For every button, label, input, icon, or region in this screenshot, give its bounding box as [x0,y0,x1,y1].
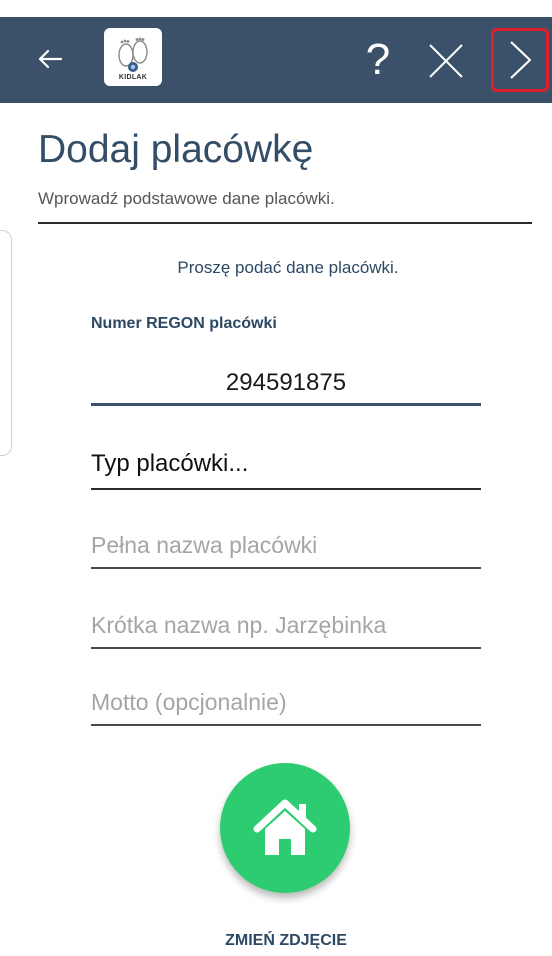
page-title: Dodaj placówkę [38,128,314,171]
arrow-left-icon [38,49,63,69]
form-prompt: Proszę podać dane placówki. [177,258,399,277]
home-icon [253,799,317,855]
full-name-input[interactable] [91,523,481,569]
facility-type-select[interactable]: Typ placówki... [91,444,481,490]
logo-text: KIDLAK [118,74,148,81]
short-name-input[interactable] [91,603,481,649]
close-button[interactable] [424,39,468,83]
help-button[interactable]: ? [360,31,396,89]
change-photo-button[interactable]: ZMIEŃ ZDJĘCIE [0,932,552,950]
close-icon [429,44,463,78]
footprints-icon [118,37,148,72]
regon-input[interactable] [91,362,481,406]
app-bar: KIDLAK ? [0,17,552,103]
facility-photo-button[interactable] [220,763,350,893]
back-button[interactable] [28,37,72,81]
regon-label: Numer REGON placówki [91,315,277,332]
page-subtitle: Wprowadź podstawowe dane placówki. [38,189,335,208]
app-logo: KIDLAK [104,28,162,86]
header-divider [38,222,532,224]
status-strip [0,0,552,17]
motto-input[interactable] [91,680,481,726]
next-button[interactable] [491,28,549,92]
chevron-right-icon [510,41,532,79]
